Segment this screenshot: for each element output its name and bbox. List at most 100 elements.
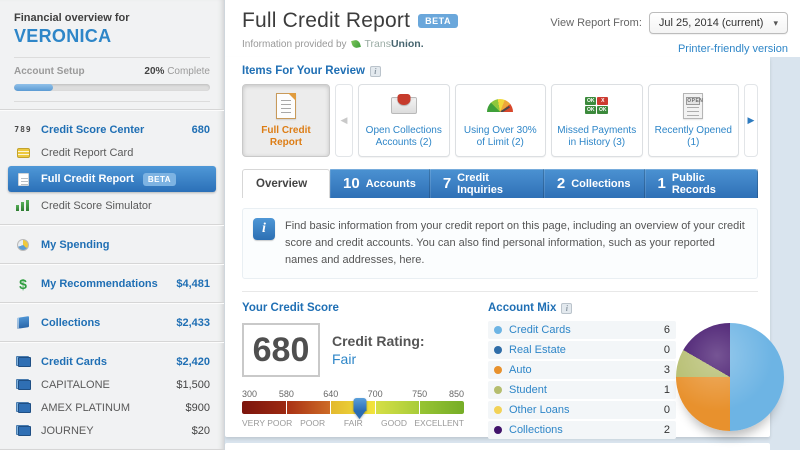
credit-card-icon (14, 425, 32, 436)
sidebar-divider (0, 263, 224, 265)
beta-badge: BETA (142, 172, 177, 186)
report-content: Items For Your Review i Full Credit Repo… (225, 57, 784, 450)
review-carousel: Full Credit Report ◀ Open Collections Ac… (242, 84, 758, 157)
credit-score-section: Your Credit Score 680 Credit Rating: Fai… (242, 302, 470, 450)
page-header: Full Credit Report BETA Information prov… (225, 0, 800, 57)
credit-rating-label: Credit Rating: (332, 333, 425, 350)
carousel-prev-button[interactable]: ◀ (335, 84, 353, 157)
legend-dot (494, 366, 502, 375)
ok-x-grid-icon: OK X OK OK (585, 97, 609, 114)
score-gauge-marker (354, 398, 367, 419)
legend-row-other-loans: Other Loans 0 (488, 401, 676, 420)
dollar-icon: $ (19, 275, 27, 292)
review-card-recently-opened[interactable]: OPEN Recently Opened (1) (647, 84, 739, 157)
sidebar-eyebrow: Financial overview for (14, 12, 130, 24)
pie-chart-icon (14, 238, 32, 251)
review-card-open-collections[interactable]: Open Collections Accounts (2) (358, 84, 450, 157)
legend-dot (494, 386, 502, 395)
info-icon[interactable]: i (369, 65, 381, 77)
transunion-logo-text: Trans (364, 38, 391, 50)
account-setup-complete-word: Complete (167, 66, 210, 77)
open-document-icon: OPEN (683, 92, 704, 120)
legend-row-collections: Collections 2 (488, 421, 676, 440)
credit-score-box: 680 (242, 323, 320, 378)
legend-row-student: Student 1 (488, 381, 676, 400)
account-setup-panel: Account Setup 20% Complete (14, 57, 210, 102)
info-banner-text: Find basic information from your credit … (285, 220, 745, 267)
sidebar-item-my-spending[interactable]: My Spending (0, 233, 224, 256)
transunion-logo-icon (350, 39, 361, 49)
view-report-label: View Report From: (550, 17, 642, 29)
account-mix-legend: Credit Cards 6 Real Estate 0 Auto 3 Stud… (488, 321, 676, 450)
provided-by-label: Information provided by (242, 38, 347, 50)
sidebar-divider (0, 224, 224, 226)
score-digits-icon: 789 (14, 125, 32, 134)
review-heading: Items For Your Review (242, 65, 365, 77)
bar-chart-icon (14, 200, 32, 211)
sidebar-divider (0, 341, 224, 343)
account-setup-percent: 20% (144, 66, 165, 77)
sidebar-item-credit-report-card[interactable]: Credit Report Card (0, 141, 224, 164)
account-setup-label: Account Setup (14, 66, 85, 77)
credit-cards-icon (14, 356, 32, 367)
book-icon (14, 316, 32, 329)
info-icon[interactable]: i (561, 302, 573, 314)
divider (242, 291, 758, 293)
sidebar-header: Financial overview for VERONICA (0, 8, 224, 49)
sidebar-item-credit-cards[interactable]: Credit Cards $2,420 (0, 350, 224, 373)
credit-rating-value: Fair (332, 351, 357, 368)
sidebar-item-collections[interactable]: Collections $2,433 (0, 311, 224, 334)
credit-report-app: Financial overview for VERONICA Account … (0, 0, 800, 450)
sidebar-item-credit-score-center[interactable]: 789 Credit Score Center 680 (0, 118, 224, 141)
info-banner: i Find basic information from your credi… (242, 208, 758, 280)
review-card-over-limit[interactable]: Using Over 30% of Limit (2) (454, 84, 546, 157)
tab-overview[interactable]: Overview (242, 169, 330, 198)
sidebar-item-full-credit-report[interactable]: Full Credit Report BETA (8, 166, 216, 192)
legend-dot (494, 406, 502, 415)
main-area: Full Credit Report BETA Information prov… (225, 0, 800, 450)
tab-collections[interactable]: 2 Collections (544, 169, 645, 198)
info-icon: i (253, 218, 275, 240)
document-icon (276, 92, 296, 120)
page-title: Full Credit Report (242, 9, 411, 32)
setup-progress-fill (14, 84, 54, 91)
sidebar-item-journey[interactable]: JOURNEY $20 (0, 419, 224, 442)
account-mix-section: Account Mix i Credit Cards 6 Real Estate… (488, 302, 784, 450)
report-tabs: Overview 10 Accounts 7 Credit Inquiries … (242, 169, 758, 198)
legend-row-credit-cards: Credit Cards 6 (488, 321, 676, 340)
beta-badge: BETA (418, 14, 458, 28)
tab-public-records[interactable]: 1 Public Records (645, 169, 758, 198)
legend-row-real-estate: Real Estate 0 (488, 341, 676, 360)
printer-friendly-link[interactable]: Printer-friendly version (678, 43, 788, 55)
tab-accounts[interactable]: 10 Accounts (330, 169, 430, 198)
report-date-dropdown[interactable]: Jul 25, 2014 (current) ▾ (648, 12, 788, 34)
tab-credit-inquiries[interactable]: 7 Credit Inquiries (430, 169, 544, 198)
credit-score-heading: Your Credit Score (242, 302, 339, 315)
speedometer-icon (487, 92, 514, 120)
legend-dot (494, 326, 502, 335)
report-date-value: Jul 25, 2014 (current) (658, 17, 764, 29)
past-due-envelope-icon (390, 92, 417, 120)
legend-row-auto: Auto 3 (488, 361, 676, 380)
sidebar-item-amex-platinum[interactable]: AMEX PLATINUM $900 (0, 396, 224, 419)
credit-card-icon (14, 402, 32, 413)
document-icon (14, 172, 32, 186)
sidebar-divider (0, 109, 224, 111)
sidebar-divider (0, 302, 224, 304)
account-mix-heading: Account Mix (488, 302, 557, 315)
credit-score-value: 680 (191, 123, 210, 136)
legend-dot (494, 426, 502, 435)
score-gauge: 300 580 640 700 750 850 VERY POOR POOR F… (242, 389, 464, 429)
sidebar-item-credit-score-simulator[interactable]: Credit Score Simulator (0, 194, 224, 217)
personal-information-section: Personal Information (225, 443, 770, 450)
user-name: VERONICA (14, 26, 112, 46)
account-mix-pie-chart (676, 323, 784, 432)
legend-dot (494, 346, 502, 355)
review-card-full-credit-report[interactable]: Full Credit Report (242, 84, 330, 157)
setup-progress-bar (14, 84, 210, 91)
sidebar-item-my-recommendations[interactable]: $ My Recommendations $4,481 (0, 272, 224, 295)
sidebar: Financial overview for VERONICA Account … (0, 0, 225, 450)
carousel-next-button[interactable]: ▶ (744, 84, 758, 157)
review-card-missed-payments[interactable]: OK X OK OK Missed Payments in History (3… (551, 84, 643, 157)
sidebar-item-capitalone[interactable]: CAPITALONE $1,500 (0, 373, 224, 396)
